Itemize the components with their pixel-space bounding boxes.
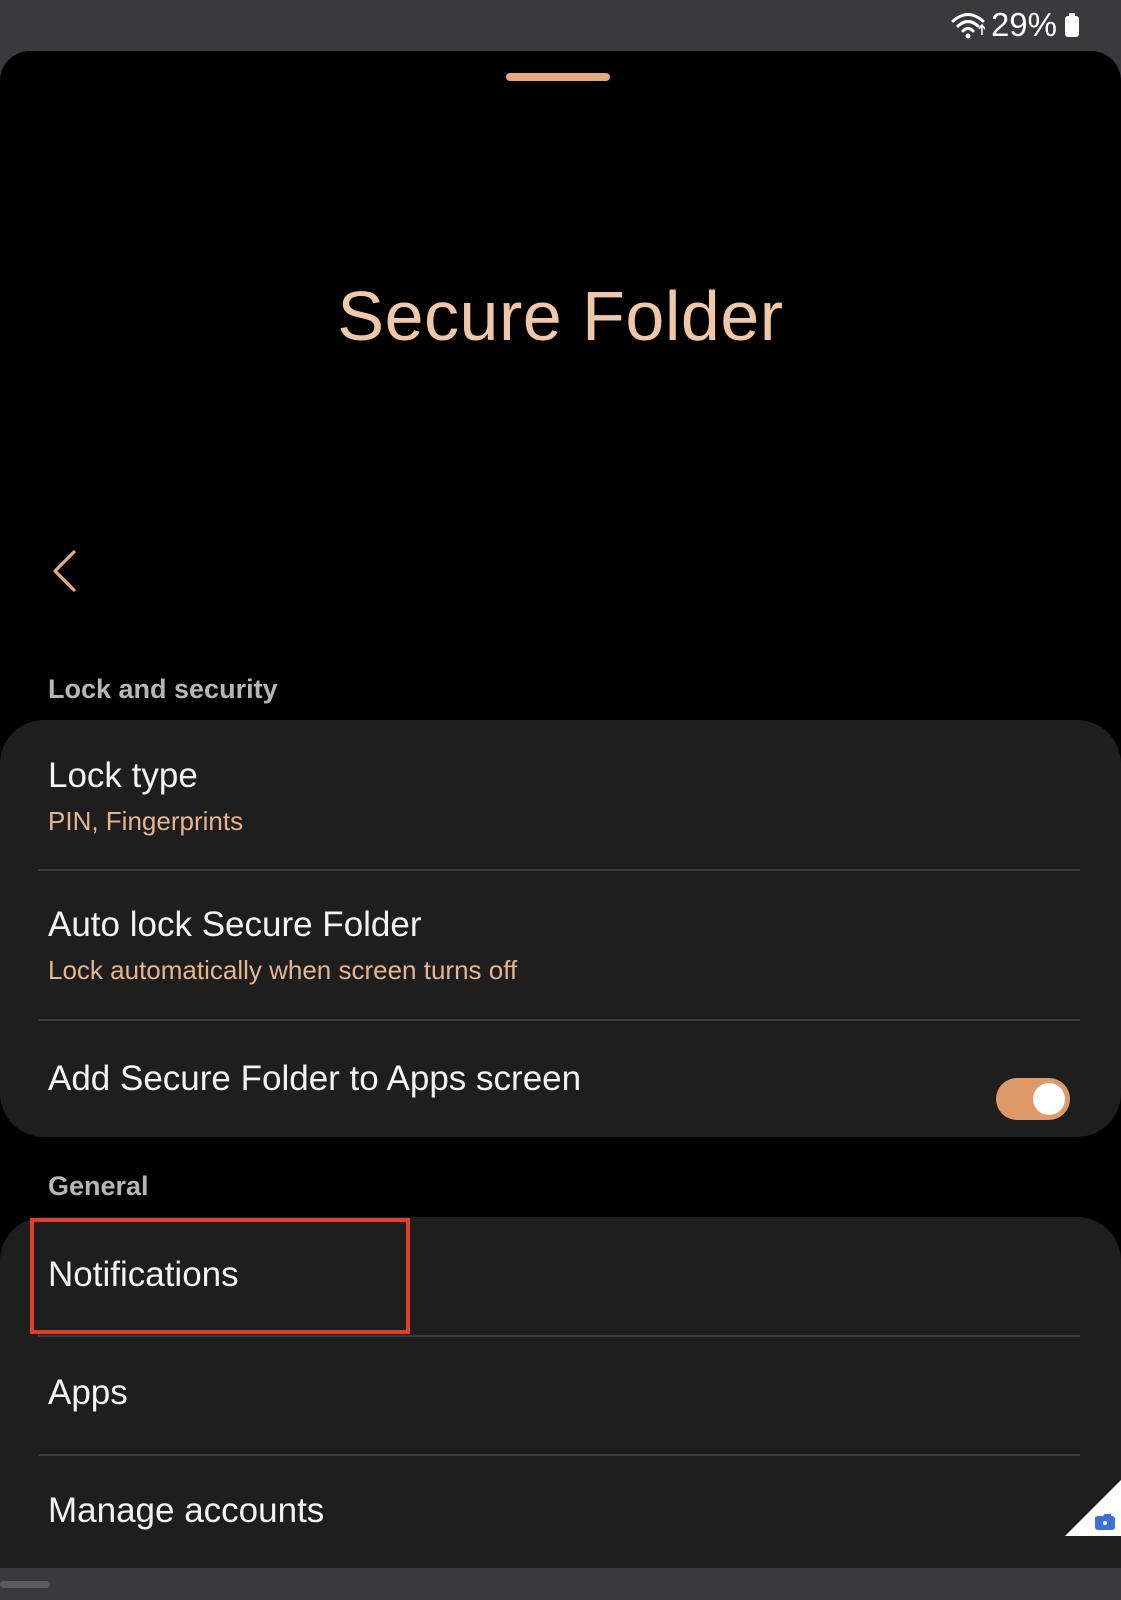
add-to-apps-screen-title: Add Secure Folder to Apps screen bbox=[48, 1059, 582, 1098]
auto-lock-title: Auto lock Secure Folder bbox=[48, 905, 422, 944]
secure-folder-badge-icon bbox=[1065, 1480, 1121, 1536]
add-to-apps-screen-toggle[interactable] bbox=[996, 1078, 1070, 1120]
toggle-knob bbox=[1033, 1083, 1065, 1115]
page-title: Secure Folder bbox=[337, 277, 784, 355]
notifications-item[interactable]: Notifications bbox=[0, 1217, 1121, 1335]
drag-handle[interactable] bbox=[506, 73, 610, 81]
back-button[interactable] bbox=[36, 531, 92, 611]
apps-item[interactable]: Apps bbox=[0, 1337, 1121, 1454]
lock-type-value: PIN, Fingerprints bbox=[48, 806, 244, 836]
notifications-title: Notifications bbox=[48, 1255, 239, 1294]
chevron-left-icon bbox=[53, 550, 76, 592]
manage-accounts-title: Manage accounts bbox=[48, 1491, 325, 1530]
section-header-general: General bbox=[48, 1171, 149, 1201]
status-indicators: 29% bbox=[951, 6, 1079, 44]
general-card: Notifications Apps Manage accounts bbox=[0, 1217, 1121, 1568]
lock-type-title: Lock type bbox=[48, 756, 198, 795]
navigation-handle[interactable] bbox=[0, 1581, 50, 1588]
section-header-lock-and-security: Lock and security bbox=[48, 674, 278, 704]
lock-and-security-card: Lock type PIN, Fingerprints Auto lock Se… bbox=[0, 720, 1121, 1137]
manage-accounts-item[interactable]: Manage accounts bbox=[0, 1456, 1121, 1568]
lock-type-item[interactable]: Lock type PIN, Fingerprints bbox=[0, 720, 1121, 869]
secure-folder-settings-screen: Secure Folder Lock and security Lock typ… bbox=[0, 51, 1121, 1568]
apps-title: Apps bbox=[48, 1373, 128, 1412]
auto-lock-item[interactable]: Auto lock Secure Folder Lock automatical… bbox=[0, 871, 1121, 1019]
battery-icon bbox=[1065, 13, 1079, 37]
auto-lock-value: Lock automatically when screen turns off bbox=[48, 955, 518, 985]
wifi-icon bbox=[951, 11, 985, 39]
status-bar: 29% bbox=[0, 0, 1121, 51]
battery-percent: 29% bbox=[990, 6, 1057, 43]
add-to-apps-screen-item[interactable]: Add Secure Folder to Apps screen bbox=[0, 1021, 1121, 1137]
